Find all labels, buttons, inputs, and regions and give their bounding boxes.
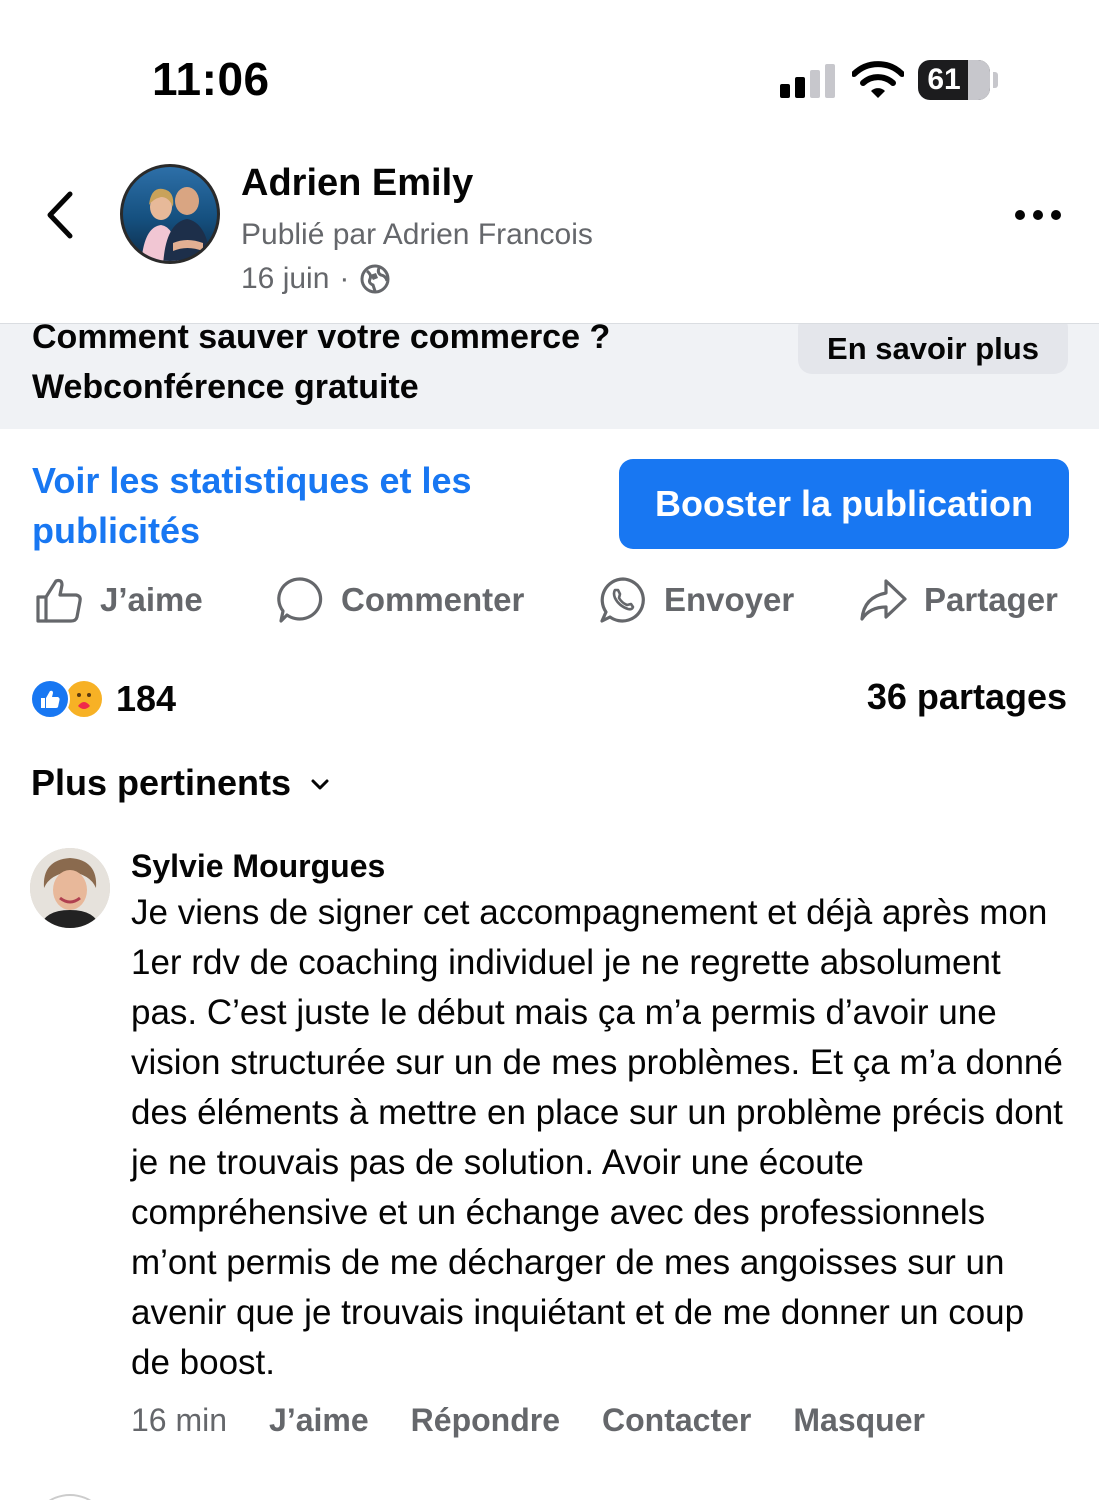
thumbs-up-icon — [36, 578, 82, 623]
post-actions: J’aime Commenter Envoyer Partager — [0, 570, 1099, 630]
link-card-subtitle: Webconférence gratuite — [32, 368, 419, 406]
meta-separator: · — [339, 262, 350, 295]
shares-count[interactable]: 36 partages — [867, 676, 1067, 718]
comment-contact-button[interactable]: Contacter — [602, 1402, 751, 1439]
posted-by: Publié par Adrien Francois — [241, 218, 593, 251]
learn-more-button[interactable]: En savoir plus — [798, 324, 1068, 374]
comment-like-button[interactable]: J’aime — [269, 1402, 369, 1439]
wifi-icon — [852, 61, 904, 98]
avatar-photo — [141, 187, 211, 261]
battery-level: 61 — [927, 63, 961, 96]
commenter-avatar[interactable] — [30, 848, 110, 928]
back-icon[interactable] — [40, 190, 80, 240]
commenter-name[interactable]: Sylvie Mourgues — [131, 848, 385, 885]
comment-bubble-icon — [277, 577, 323, 623]
chevron-down-icon — [311, 779, 329, 790]
comment-time: 16 min — [131, 1402, 228, 1438]
view-stats-link[interactable]: Voir les statistiques et les publicités — [32, 456, 552, 556]
share-action-button[interactable]: Partager — [858, 570, 1058, 630]
comment-action-button[interactable]: Commenter — [275, 570, 524, 630]
send-action-label: Envoyer — [664, 581, 795, 618]
boost-post-button[interactable]: Booster la publication — [619, 459, 1069, 549]
battery-icon: 61 — [918, 60, 990, 100]
battery-cap — [993, 72, 998, 88]
more-options-icon[interactable] — [1010, 200, 1066, 230]
send-action-button[interactable]: Envoyer — [598, 570, 794, 630]
reactions-summary[interactable]: 184 — [30, 676, 176, 722]
cellular-signal-icon — [780, 64, 835, 98]
status-bar: 11:06 61 — [0, 0, 1099, 130]
comment-hide-button[interactable]: Masquer — [793, 1402, 925, 1439]
page-avatar[interactable] — [120, 164, 220, 264]
comment-sort-dropdown[interactable]: Plus pertinents — [31, 762, 331, 804]
status-time: 11:06 — [152, 53, 270, 105]
comment-text: Je viens de signer cet accompagnement et… — [131, 893, 1063, 1382]
link-preview-card[interactable]: Comment sauver votre commerce ? Webconfé… — [0, 323, 1099, 429]
link-card-title: Comment sauver votre commerce ? — [32, 323, 611, 356]
comment-action-label: Commenter — [341, 581, 525, 618]
comment-reply-button[interactable]: Répondre — [411, 1402, 560, 1439]
like-reaction-icon — [30, 679, 70, 719]
sort-label: Plus pertinents — [31, 762, 292, 803]
reaction-count: 184 — [116, 678, 177, 719]
like-action-button[interactable]: J’aime — [34, 570, 203, 630]
next-comment-avatar — [30, 1494, 110, 1500]
post-author[interactable]: Adrien Emily — [241, 162, 473, 205]
whatsapp-icon — [600, 577, 645, 623]
post-meta: 16 juin · — [241, 262, 391, 296]
share-arrow-icon — [860, 579, 907, 621]
globe-icon — [360, 264, 390, 294]
post-date: 16 juin — [241, 262, 330, 295]
share-action-label: Partager — [924, 581, 1058, 618]
care-reaction-icon — [64, 679, 104, 719]
comment-actions: 16 min J’aime Répondre Contacter Masquer — [131, 1402, 967, 1439]
like-action-label: J’aime — [100, 581, 203, 618]
commenter-photo — [30, 848, 110, 928]
